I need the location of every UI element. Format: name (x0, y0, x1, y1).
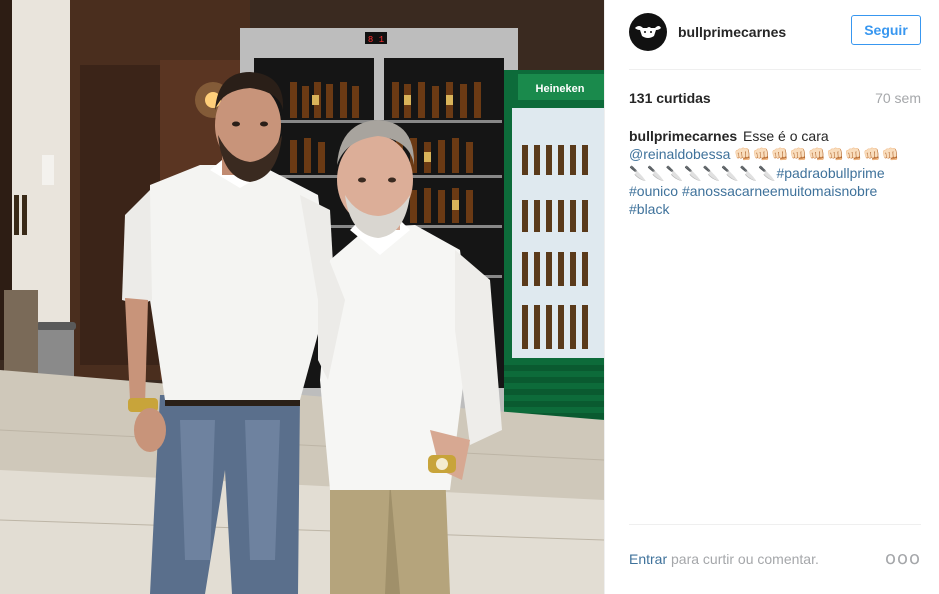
login-prompt: Entrar para curtir ou comentar. (629, 551, 819, 567)
photo-illustration: 8 1 Heineken (0, 0, 604, 594)
mention-link[interactable]: @reinaldobessa (629, 146, 730, 162)
bull-logo-icon (635, 26, 661, 38)
knife-emojis: 🔪🔪🔪🔪🔪🔪🔪🔪 (629, 164, 777, 181)
fridge-display: 8 1 (368, 35, 384, 45)
hashtag-link[interactable]: #black (629, 201, 669, 217)
header-divider (629, 69, 921, 70)
login-prompt-text: para curtir ou comentar. (667, 550, 819, 567)
post-footer: Entrar para curtir ou comentar. ooo (629, 548, 921, 569)
fist-emojis: 👊🏻👊🏻👊🏻👊🏻👊🏻👊🏻👊🏻👊🏻👊🏻 (734, 146, 901, 163)
post-photo[interactable]: 8 1 Heineken (0, 0, 604, 594)
likes-count[interactable]: 131 curtidas (629, 90, 711, 106)
post-age[interactable]: 70 sem (875, 90, 921, 106)
hashtag-link[interactable]: #anossacarneemuitomaisnobre (682, 183, 877, 199)
hashtag-link[interactable]: #padraobullprime (776, 165, 884, 181)
fridge-brand-label: Heineken (536, 83, 585, 95)
post-sidebar: bullprimecarnes Seguir 131 curtidas 70 s… (604, 0, 939, 594)
caption-text: Esse é o cara (743, 128, 829, 144)
more-options-icon[interactable]: ooo (885, 548, 921, 569)
hashtag-link[interactable]: #ounico (629, 183, 678, 199)
username-link[interactable]: bullprimecarnes (678, 24, 786, 40)
post-caption: bullprimecarnes Esse é o cara @reinaldob… (629, 127, 919, 218)
caption-username[interactable]: bullprimecarnes (629, 128, 737, 144)
post-header: bullprimecarnes Seguir (629, 12, 921, 52)
footer-divider (629, 524, 921, 525)
follow-button[interactable]: Seguir (851, 15, 921, 45)
post-meta: 131 curtidas 70 sem (629, 90, 921, 106)
login-link[interactable]: Entrar (629, 551, 667, 567)
avatar[interactable] (629, 13, 667, 51)
